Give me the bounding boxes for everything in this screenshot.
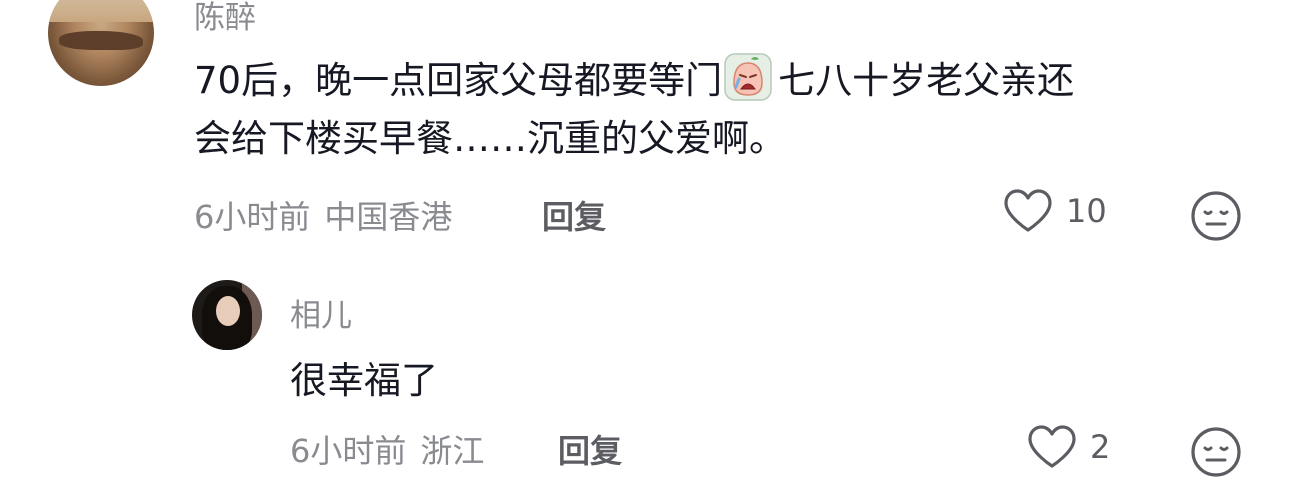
- comment-meta: 6小时前 浙江: [290, 426, 484, 472]
- reply-button[interactable]: 回复: [542, 192, 606, 238]
- like-count: 2: [1090, 428, 1111, 466]
- comment-text-line2: 会给下楼买早餐……沉重的父爱啊。: [194, 117, 786, 160]
- comment-time: 6小时前: [290, 432, 407, 470]
- crying-face-emoji-icon: [724, 53, 772, 101]
- avatar[interactable]: [48, 0, 154, 86]
- comment-username[interactable]: 相儿: [290, 290, 352, 335]
- like-button[interactable]: 2: [1026, 424, 1110, 470]
- neutral-face-icon[interactable]: [1190, 426, 1242, 478]
- avatar[interactable]: [192, 280, 262, 350]
- comment-text-line1: 70后，晚一点回家父母都要等门: [194, 59, 723, 102]
- like-button[interactable]: 10: [1002, 188, 1107, 234]
- heart-outline-icon: [1004, 189, 1052, 232]
- avatar-sky: [48, 0, 154, 23]
- avatar-rock: [58, 30, 144, 50]
- comment-region: 中国香港: [324, 198, 453, 236]
- comment-username[interactable]: 陈醉: [194, 0, 256, 37]
- comment-text: 70后，晚一点回家父母都要等门 七八十岁老父亲还 会给下楼买早餐……沉重的父爱啊…: [194, 52, 1074, 168]
- comment-meta: 6小时前 中国香港: [194, 192, 452, 238]
- comment-region: 浙江: [420, 432, 485, 470]
- heart-outline-icon: [1028, 425, 1076, 468]
- avatar-face: [216, 296, 240, 326]
- comment-text-line1-after: 七八十岁老父亲还: [778, 59, 1075, 102]
- neutral-face-icon[interactable]: [1190, 190, 1242, 242]
- like-count: 10: [1066, 192, 1107, 230]
- comment-time: 6小时前: [194, 198, 311, 236]
- comment-text: 很幸福了: [290, 359, 438, 402]
- reply-button[interactable]: 回复: [558, 426, 622, 472]
